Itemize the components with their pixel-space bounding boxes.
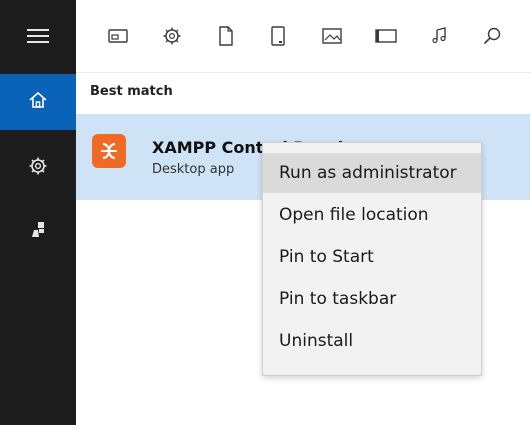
settings-button[interactable] <box>0 140 76 196</box>
search-filter-toolbar <box>76 0 530 73</box>
search-filter-button[interactable] <box>480 26 504 50</box>
result-app-type: Desktop app <box>152 162 235 177</box>
tablet-filter-button[interactable] <box>266 26 290 50</box>
home-icon <box>28 90 48 114</box>
apps-icon <box>107 26 129 50</box>
documents-filter-button[interactable] <box>214 26 238 50</box>
photos-icon <box>321 27 343 49</box>
start-left-rail <box>0 0 76 425</box>
best-match-heading: Best match <box>90 84 173 99</box>
tablet-icon <box>269 25 287 51</box>
document-icon <box>217 25 235 51</box>
settings-filter-button[interactable] <box>160 26 184 50</box>
open-file-location-item[interactable]: Open file location <box>263 195 481 235</box>
user-account-button[interactable] <box>0 204 76 260</box>
apps-filter-button[interactable] <box>106 26 130 50</box>
photos-filter-button[interactable] <box>320 26 344 50</box>
music-filter-button[interactable] <box>428 26 452 50</box>
search-icon <box>482 26 502 50</box>
music-icon <box>430 26 450 50</box>
pin-to-start-item[interactable]: Pin to Start <box>263 237 481 277</box>
context-menu: Run as administrator Open file location … <box>262 142 482 376</box>
videos-filter-button[interactable] <box>374 26 398 50</box>
gear-icon <box>28 156 48 180</box>
home-button[interactable] <box>0 74 76 130</box>
user-icon <box>29 221 47 243</box>
uninstall-item[interactable]: Uninstall <box>263 321 481 361</box>
xampp-app-icon <box>92 134 126 168</box>
settings-icon <box>162 26 182 50</box>
videos-icon <box>374 27 398 49</box>
start-search-window: Best match XAMPP Control Panel Desktop a… <box>0 0 530 425</box>
hamburger-menu-button[interactable] <box>0 10 76 66</box>
hamburger-icon <box>27 28 49 48</box>
run-as-administrator-item[interactable]: Run as administrator <box>263 153 481 193</box>
pin-to-taskbar-item[interactable]: Pin to taskbar <box>263 279 481 319</box>
